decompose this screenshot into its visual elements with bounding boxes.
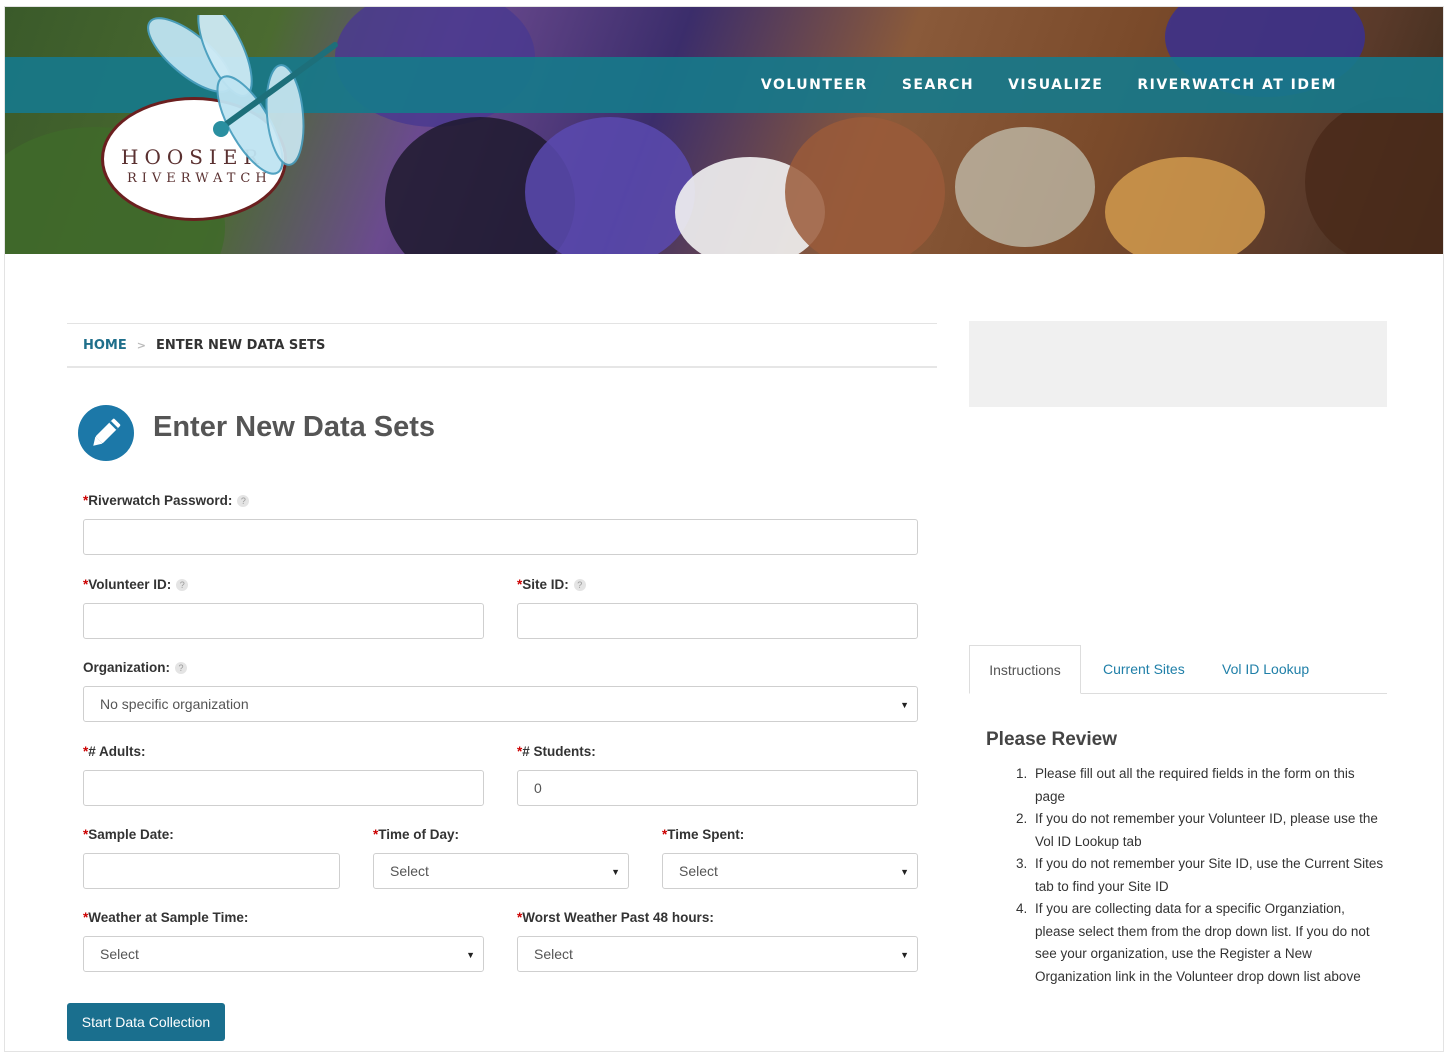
breadcrumb-separator: > [136,338,146,352]
label-organization: Organization:? [83,660,187,675]
sidebar-tabs: Instructions Current Sites Vol ID Lookup [969,645,1387,694]
weather-sample-select[interactable]: Select ▼ [83,936,484,972]
breadcrumb-home-link[interactable]: HOME [83,338,127,353]
page-title: Enter New Data Sets [153,411,436,443]
list-item: If you do not remember your Volunteer ID… [1031,808,1387,853]
review-instructions-list: Please fill out all the required fields … [1013,763,1387,988]
caret-down-icon: ▼ [900,700,909,710]
label-sample-date: *Sample Date: [83,827,174,842]
caret-down-icon: ▼ [900,867,909,877]
time-of-day-selected: Select [390,863,429,879]
adults-input[interactable] [83,770,484,806]
nav-volunteer[interactable]: VOLUNTEER [761,77,868,93]
help-icon[interactable]: ? [237,495,250,508]
review-heading: Please Review [986,729,1117,750]
list-item: Please fill out all the required fields … [1031,763,1387,808]
time-of-day-select[interactable]: Select ▼ [373,853,629,889]
start-data-collection-button[interactable]: Start Data Collection [67,1003,225,1041]
time-spent-select[interactable]: Select ▼ [662,853,918,889]
label-site-id: *Site ID:? [517,577,586,592]
time-spent-selected: Select [679,863,718,879]
volunteer-id-input[interactable] [83,603,484,639]
page-frame: VOLUNTEER SEARCH VISUALIZE RIVERWATCH AT… [4,6,1444,1052]
tab-instructions[interactable]: Instructions [969,645,1081,694]
students-input[interactable] [517,770,918,806]
label-adults: *# Adults: [83,744,146,759]
hero-banner: VOLUNTEER SEARCH VISUALIZE RIVERWATCH AT… [5,7,1443,254]
nav-search[interactable]: SEARCH [902,77,974,93]
help-icon[interactable]: ? [573,579,586,592]
tab-current-sites[interactable]: Current Sites [1103,645,1185,693]
label-worst-weather: *Worst Weather Past 48 hours: [517,910,714,925]
label-students: *# Students: [517,744,596,759]
label-riverwatch-password: *Riverwatch Password:? [83,493,250,508]
list-item: If you do not remember your Site ID, use… [1031,853,1387,898]
breadcrumb-current: ENTER NEW DATA SETS [155,337,326,353]
weather-sample-selected: Select [100,946,139,962]
pencil-icon [78,405,134,461]
site-id-input[interactable] [517,603,918,639]
help-icon[interactable]: ? [175,662,187,675]
help-icon[interactable]: ? [176,579,189,592]
breadcrumb: HOME > ENTER NEW DATA SETS [67,323,937,368]
worst-weather-select[interactable]: Select ▼ [517,936,918,972]
dragonfly-icon [147,15,338,175]
organization-select[interactable]: No specific organization ▼ [83,686,918,722]
label-weather-sample-time: *Weather at Sample Time: [83,910,249,925]
label-volunteer-id: *Volunteer ID:? [83,577,189,592]
worst-weather-selected: Select [534,946,573,962]
caret-down-icon: ▼ [611,867,620,877]
label-time-of-day: *Time of Day: [373,827,460,842]
nav-visualize[interactable]: VISUALIZE [1008,77,1103,93]
sample-date-input[interactable] [83,853,340,889]
nav-riverwatch-at-idem[interactable]: RIVERWATCH AT IDEM [1137,77,1337,93]
label-time-spent: *Time Spent: [662,827,745,842]
caret-down-icon: ▼ [900,950,909,960]
sidebar-placeholder-box [969,321,1387,407]
list-item: If you are collecting data for a specifi… [1031,898,1387,988]
caret-down-icon: ▼ [466,950,475,960]
riverwatch-password-input[interactable] [83,519,918,555]
tab-vol-id-lookup[interactable]: Vol ID Lookup [1222,645,1309,693]
organization-selected: No specific organization [100,696,249,712]
